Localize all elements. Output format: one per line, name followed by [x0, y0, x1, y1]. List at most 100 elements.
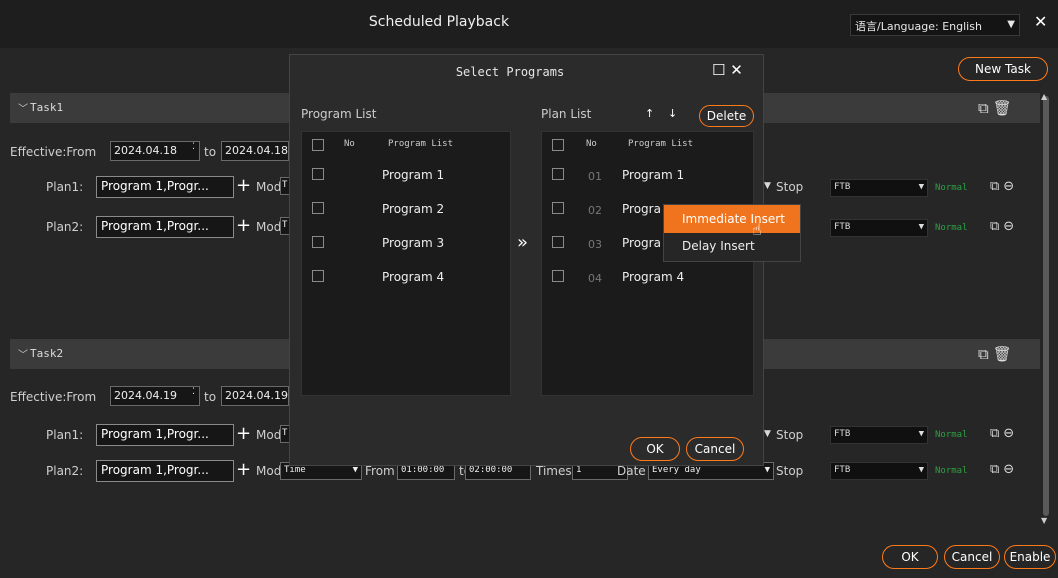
maximize-icon[interactable]: ☐: [712, 61, 725, 79]
checkbox[interactable]: [312, 236, 324, 248]
delete-button[interactable]: Delete: [699, 105, 754, 127]
plan-label: Plan2:: [46, 464, 84, 478]
copy-icon[interactable]: ⧉: [990, 426, 1003, 441]
transition-select[interactable]: FTB ▼: [830, 426, 928, 444]
chevron-down-icon: ▼: [764, 465, 770, 475]
context-menu: Immediate Insert Delay Insert: [663, 204, 801, 262]
list-item[interactable]: Program 1: [302, 166, 510, 200]
program-name: Program 4: [382, 270, 445, 284]
program-list-title: Program List: [301, 107, 377, 121]
minus-circle-icon[interactable]: ⊖: [1003, 426, 1018, 441]
list-item[interactable]: 04 Program 4: [542, 268, 753, 302]
move-down-icon[interactable]: ↓: [668, 107, 677, 120]
copy-icon[interactable]: ⧉: [990, 179, 1003, 194]
transition-select[interactable]: FTB ▼: [830, 179, 928, 197]
plus-icon[interactable]: +: [236, 217, 251, 235]
dialog-ok-button[interactable]: OK: [630, 437, 680, 461]
plus-icon[interactable]: +: [236, 425, 251, 443]
program-list-panel: No Program List Program 1 Program 2 Prog…: [301, 131, 511, 396]
transition-value: FTB: [834, 465, 851, 475]
plan-label: Plan2:: [46, 220, 84, 234]
select-all-checkbox[interactable]: [552, 139, 564, 151]
task-name: Task2: [30, 347, 64, 360]
plan-program-field[interactable]: Program 1,Progr...: [96, 424, 234, 446]
transition-select[interactable]: FTB ▼: [830, 462, 928, 480]
item-no: 01: [588, 170, 602, 183]
effective-label: Effective:From: [10, 390, 97, 404]
list-item[interactable]: Program 4: [302, 268, 510, 302]
effective-label: Effective:From: [10, 145, 97, 159]
select-all-checkbox[interactable]: [312, 139, 324, 151]
trash-icon[interactable]: 🗑: [993, 99, 1016, 117]
transfer-icon[interactable]: »: [517, 232, 528, 253]
plan-program-field[interactable]: Program 1,Progr...: [96, 216, 234, 238]
close-icon[interactable]: ✕: [1034, 12, 1047, 31]
plan-actions: ⧉⊖: [990, 426, 1018, 441]
close-icon[interactable]: ✕: [730, 61, 743, 79]
checkbox[interactable]: [312, 202, 324, 214]
plan-program-field[interactable]: Program 1,Progr...: [96, 176, 234, 198]
language-select[interactable]: 语言/Language: English ▼: [850, 14, 1020, 36]
chevron-down-icon[interactable]: ▼: [764, 429, 771, 439]
menu-item-immediate-insert[interactable]: Immediate Insert: [664, 205, 800, 233]
checkbox[interactable]: [552, 236, 564, 248]
dialog-cancel-button[interactable]: Cancel: [686, 437, 744, 461]
checkbox[interactable]: [552, 202, 564, 214]
list-item[interactable]: Program 3: [302, 234, 510, 268]
plan-actions: ⧉⊖: [990, 219, 1018, 234]
transition-value: FTB: [834, 222, 851, 232]
scroll-down-icon[interactable]: ▼: [1041, 516, 1047, 525]
effective-to-input[interactable]: 2024.04.19: [221, 386, 289, 406]
window-title: Scheduled Playback: [368, 14, 510, 30]
plan-program-field[interactable]: Program 1,Progr...: [96, 460, 234, 482]
copy-icon[interactable]: ⧉: [978, 99, 993, 117]
scroll-up-icon[interactable]: ▲: [1041, 92, 1047, 101]
collapse-chevron-icon[interactable]: ﹀: [18, 100, 28, 115]
chevron-down-icon[interactable]: ▼: [764, 181, 771, 191]
ok-button[interactable]: OK: [882, 545, 938, 569]
checkbox[interactable]: [312, 168, 324, 180]
plus-icon[interactable]: +: [236, 461, 251, 479]
minus-circle-icon[interactable]: ⊖: [1003, 179, 1018, 194]
mode-value: Time: [284, 465, 306, 475]
checkbox[interactable]: [312, 270, 324, 282]
task-actions: ⧉🗑: [978, 99, 1016, 117]
plus-icon[interactable]: +: [236, 177, 251, 195]
program-name: Progra: [622, 202, 661, 216]
col-program: Program List: [388, 139, 454, 149]
status-label: Normal: [935, 430, 968, 440]
collapse-chevron-icon[interactable]: ﹀: [18, 346, 28, 361]
menu-item-delay-insert[interactable]: Delay Insert: [664, 233, 800, 261]
list-item[interactable]: Program 2: [302, 200, 510, 234]
copy-icon[interactable]: ⧉: [990, 219, 1003, 234]
checkbox[interactable]: [552, 270, 564, 282]
effective-from-input[interactable]: 2024.04.19 ⁚: [110, 386, 200, 406]
effective-from-input[interactable]: 2024.04.18 ⁚: [110, 141, 200, 161]
item-no: 02: [588, 204, 602, 217]
program-name: Program 4: [622, 270, 685, 284]
spin-icon[interactable]: ⁚: [192, 387, 195, 397]
minus-circle-icon[interactable]: ⊖: [1003, 219, 1018, 234]
stop-label: Stop: [776, 180, 804, 194]
new-task-button[interactable]: New Task: [958, 57, 1048, 81]
enable-button[interactable]: Enable: [1004, 545, 1056, 569]
transition-value: FTB: [834, 182, 851, 192]
minus-circle-icon[interactable]: ⊖: [1003, 462, 1018, 477]
list-item[interactable]: 01 Program 1: [542, 166, 753, 200]
trash-icon[interactable]: 🗑: [993, 345, 1016, 363]
transition-select[interactable]: FTB ▼: [830, 219, 928, 237]
copy-icon[interactable]: ⧉: [978, 345, 993, 363]
plan-actions: ⧉⊖: [990, 179, 1018, 194]
effective-to-input[interactable]: 2024.04.18: [221, 141, 289, 161]
plan-actions: ⧉⊖: [990, 462, 1018, 477]
copy-icon[interactable]: ⧉: [990, 462, 1003, 477]
vertical-scrollbar[interactable]: [1043, 96, 1049, 516]
plan-label: Plan1:: [46, 180, 84, 194]
cancel-button[interactable]: Cancel: [944, 545, 1000, 569]
spin-icon[interactable]: ⁚: [192, 142, 195, 152]
program-list-header: No Program List: [302, 132, 510, 158]
date-label: Date: [617, 464, 646, 478]
times-label: Times: [536, 464, 572, 478]
move-up-icon[interactable]: ↑: [645, 107, 654, 120]
checkbox[interactable]: [552, 168, 564, 180]
